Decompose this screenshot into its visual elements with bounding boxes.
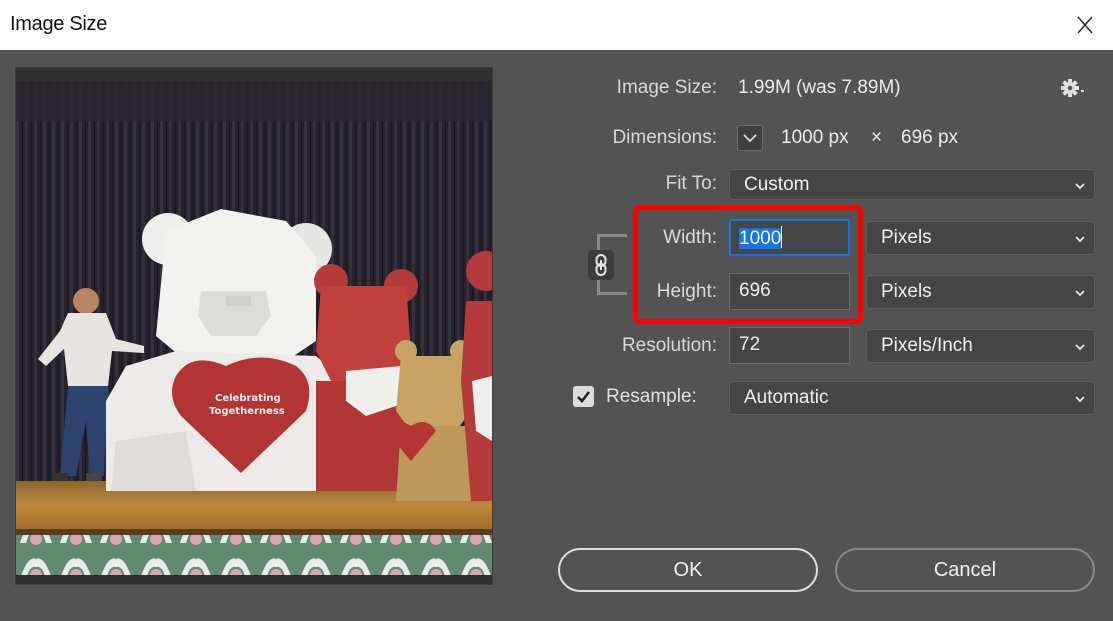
resample-checkbox[interactable] — [573, 386, 594, 407]
resolution-unit-dropdown[interactable]: Pixels/Inch — [866, 329, 1095, 363]
title-bar: Image Size — [0, 0, 1113, 50]
dimensions-height: 696 px — [901, 127, 959, 148]
chevron-down-icon — [1075, 290, 1085, 297]
heart-text-line2: Togetherness — [209, 406, 285, 417]
tile-border — [16, 535, 492, 575]
chevron-down-icon — [1075, 396, 1085, 403]
close-button[interactable] — [1070, 10, 1100, 40]
dialog-title: Image Size — [10, 13, 108, 35]
resolution-input[interactable]: 72 — [729, 327, 850, 364]
fit-to-value: Custom — [744, 174, 810, 195]
width-unit-dropdown[interactable]: Pixels — [866, 221, 1095, 255]
constrain-proportions-button[interactable] — [588, 250, 614, 280]
checkmark-icon — [577, 391, 591, 403]
heart-text-line1: Celebrating — [215, 393, 281, 404]
resolution-unit-value: Pixels/Inch — [881, 335, 973, 356]
ok-button[interactable]: OK — [558, 548, 818, 592]
settings-button[interactable] — [1060, 77, 1086, 99]
resample-label: Resample: — [606, 386, 697, 407]
dimensions-width: 1000 px — [781, 127, 849, 148]
resample-method-value: Automatic — [744, 387, 829, 408]
height-unit-value: Pixels — [881, 281, 932, 302]
chevron-down-icon — [1075, 236, 1085, 243]
fit-to-label: Fit To: — [665, 173, 717, 194]
stage-edge — [16, 529, 492, 535]
image-size-label: Image Size: — [616, 77, 717, 98]
highlight-annotation-box — [633, 205, 863, 324]
image-size-value: 1.99M (was 7.89M) — [738, 77, 901, 98]
dimensions-unit-toggle[interactable] — [737, 125, 763, 151]
cancel-button[interactable]: Cancel — [835, 548, 1095, 592]
resample-method-dropdown[interactable]: Automatic — [729, 381, 1095, 415]
curtain-valance — [16, 81, 492, 121]
fit-to-dropdown[interactable]: Custom — [729, 169, 1095, 200]
close-icon — [1077, 16, 1093, 34]
width-unit-value: Pixels — [881, 227, 932, 248]
dimensions-times: × — [871, 127, 883, 148]
resolution-label: Resolution: — [621, 335, 717, 356]
dimensions-label: Dimensions: — [612, 127, 717, 148]
chevron-down-icon — [1075, 344, 1085, 351]
image-preview[interactable]: Celebrating Togetherness — [15, 67, 493, 585]
gear-icon — [1061, 79, 1084, 97]
height-unit-dropdown[interactable]: Pixels — [866, 275, 1095, 309]
chevron-down-icon — [1075, 182, 1085, 189]
link-icon — [595, 254, 607, 276]
chevron-down-icon — [743, 134, 757, 143]
preview-photo: Celebrating Togetherness — [16, 81, 492, 575]
resolution-value: 72 — [739, 334, 761, 355]
